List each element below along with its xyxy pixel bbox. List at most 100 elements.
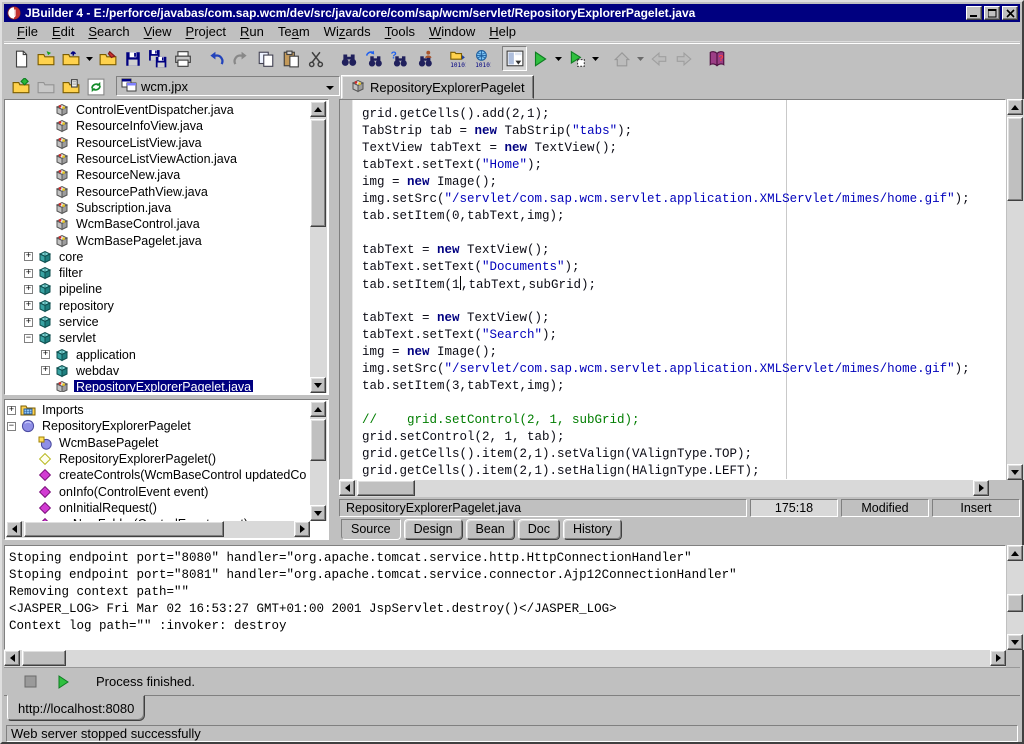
console-output[interactable]: Stoping endpoint port="8080" handler="or… (4, 545, 1006, 650)
code-line[interactable]: grid.getCells().item(2,1).setHalign(HAli… (362, 463, 1003, 480)
scrollbar-thumb[interactable] (357, 480, 415, 496)
code-line[interactable]: img.setSrc("/servlet/com.sap.wcm.servlet… (362, 361, 1003, 378)
scrollbar-thumb[interactable] (310, 119, 326, 227)
expand-icon[interactable]: + (41, 366, 50, 375)
editor-h-scrollbar[interactable] (339, 480, 989, 497)
code-line[interactable]: tab.setItem(1,tabText,subGrid); (362, 276, 1003, 293)
code-line[interactable]: tab.setItem(0,tabText,img); (362, 208, 1003, 225)
menu-wizards[interactable]: Wizards (317, 22, 378, 41)
new-file-button[interactable] (8, 46, 33, 71)
code-line[interactable] (362, 293, 1003, 310)
close-button[interactable] (1002, 6, 1018, 20)
tab-source[interactable]: Source (341, 519, 401, 540)
tree-item-resourcenew-java[interactable]: ResourceNew.java (7, 167, 308, 183)
scroll-up-icon[interactable] (310, 401, 326, 417)
code-line[interactable]: img = new Image(); (362, 174, 1003, 191)
scrollbar-thumb[interactable] (1007, 594, 1023, 612)
project-properties-button[interactable] (58, 74, 83, 99)
scroll-left-icon[interactable] (339, 480, 355, 496)
code-line[interactable]: img = new Image(); (362, 344, 1003, 361)
code-line[interactable]: tab.setItem(3,tabText,img); (362, 378, 1003, 395)
tree-item-wcmbasepagelet-java[interactable]: WcmBasePagelet.java (7, 232, 308, 248)
code-line[interactable]: grid.getCells().add(2,1); (362, 106, 1003, 123)
file-tab-repository-explorer-pagelet[interactable]: RepositoryExplorerPagelet (341, 75, 534, 99)
scrollbar-thumb[interactable] (310, 419, 326, 461)
code-line[interactable] (362, 395, 1003, 412)
project-selector[interactable]: wcm.jpx (116, 76, 340, 96)
minimize-button[interactable] (966, 6, 982, 20)
code-line[interactable]: TabStrip tab = new TabStrip("tabs"); (362, 123, 1003, 140)
tree-item-service[interactable]: +service (7, 314, 308, 330)
tree-item-resourceinfoview-java[interactable]: ResourceInfoView.java (7, 118, 308, 134)
scroll-up-icon[interactable] (1007, 99, 1023, 115)
collapse-icon[interactable]: − (24, 334, 33, 343)
menu-search[interactable]: Search (81, 22, 136, 41)
scrollbar-thumb[interactable] (1007, 117, 1023, 201)
project-tree-scrollbar[interactable] (310, 101, 327, 393)
scroll-left-icon[interactable] (4, 650, 20, 666)
rebuild-button[interactable]: 10101 (469, 46, 494, 71)
maximize-button[interactable] (984, 6, 1000, 20)
home-button[interactable] (609, 46, 634, 71)
print-button[interactable] (170, 46, 195, 71)
make-button[interactable]: 10101 (444, 46, 469, 71)
menu-file[interactable]: File (10, 22, 45, 41)
menu-window[interactable]: Window (422, 22, 482, 41)
scroll-down-icon[interactable] (1007, 464, 1023, 480)
find-classes-button[interactable] (411, 46, 436, 71)
scroll-up-icon[interactable] (1007, 545, 1023, 561)
menu-team[interactable]: Team (271, 22, 317, 41)
tab-history[interactable]: History (563, 519, 622, 540)
cut-button[interactable] (303, 46, 328, 71)
tree-item-imports[interactable]: +Imports (7, 402, 308, 418)
stop-process-button[interactable] (20, 671, 42, 693)
back-button[interactable] (646, 46, 671, 71)
scroll-down-icon[interactable] (310, 505, 326, 521)
expand-icon[interactable]: + (24, 318, 33, 327)
copy-button[interactable] (253, 46, 278, 71)
find-button[interactable] (336, 46, 361, 71)
expand-icon[interactable]: + (24, 301, 33, 310)
code-line[interactable]: grid.getCells().item(2,1).setValign(VAli… (362, 446, 1003, 463)
tree-item-wcmbasecontrol-java[interactable]: WcmBaseControl.java (7, 216, 308, 232)
save-as-button[interactable] (95, 46, 120, 71)
tree-item-oninfo-controlevent-event-[interactable]: onInfo(ControlEvent event) (7, 483, 308, 499)
scrollbar-thumb[interactable] (22, 650, 66, 666)
title-bar[interactable]: JBuilder 4 - E:/perforce/javabas/com.sap… (4, 4, 1020, 22)
tree-item-subscription-java[interactable]: Subscription.java (7, 200, 308, 216)
message-tab-localhost[interactable]: http://localhost:8080 (7, 695, 145, 721)
console-v-scrollbar[interactable] (1007, 545, 1024, 650)
run-process-icon[interactable] (52, 671, 74, 693)
redo-button[interactable] (228, 46, 253, 71)
expand-icon[interactable]: + (24, 285, 33, 294)
scroll-down-icon[interactable] (310, 377, 326, 393)
tree-item-application[interactable]: +application (7, 346, 308, 362)
menu-edit[interactable]: Edit (45, 22, 81, 41)
home-dropdown[interactable] (634, 46, 646, 71)
menu-project[interactable]: Project (179, 22, 233, 41)
run-button[interactable] (527, 46, 552, 71)
tree-item-oninitialrequest-[interactable]: onInitialRequest() (7, 500, 308, 516)
structure-v-scrollbar[interactable] (310, 401, 327, 521)
replace-button[interactable] (361, 46, 386, 71)
code-line[interactable]: tabText.setText("Documents"); (362, 259, 1003, 276)
menu-view[interactable]: View (137, 22, 179, 41)
tree-item-wcmbasepagelet[interactable]: WcmBasePagelet (7, 435, 308, 451)
tree-item-controleventdispatcher-java[interactable]: ControlEventDispatcher.java (7, 102, 308, 118)
menu-tools[interactable]: Tools (378, 22, 422, 41)
tree-item-resourcelistviewaction-java[interactable]: ResourceListViewAction.java (7, 151, 308, 167)
code-line[interactable]: img.setSrc("/servlet/com.sap.wcm.servlet… (362, 191, 1003, 208)
debug-dropdown[interactable] (589, 46, 601, 71)
tree-item-repositoryexplorerpagelet-java[interactable]: RepositoryExplorerPagelet.java (7, 379, 308, 392)
curtain-button[interactable] (502, 46, 527, 71)
scroll-down-icon[interactable] (1007, 634, 1023, 650)
scroll-left-icon[interactable] (6, 521, 22, 537)
open-file-button[interactable] (33, 46, 58, 71)
tree-item-repository[interactable]: +repository (7, 298, 308, 314)
collapse-icon[interactable]: − (7, 422, 16, 431)
open-url-button[interactable] (58, 46, 83, 71)
expand-icon[interactable]: + (7, 406, 16, 415)
open-url-dropdown[interactable] (83, 46, 95, 71)
code-editor[interactable]: grid.getCells().add(2,1);TabStrip tab = … (339, 99, 1006, 480)
scroll-right-icon[interactable] (294, 521, 310, 537)
